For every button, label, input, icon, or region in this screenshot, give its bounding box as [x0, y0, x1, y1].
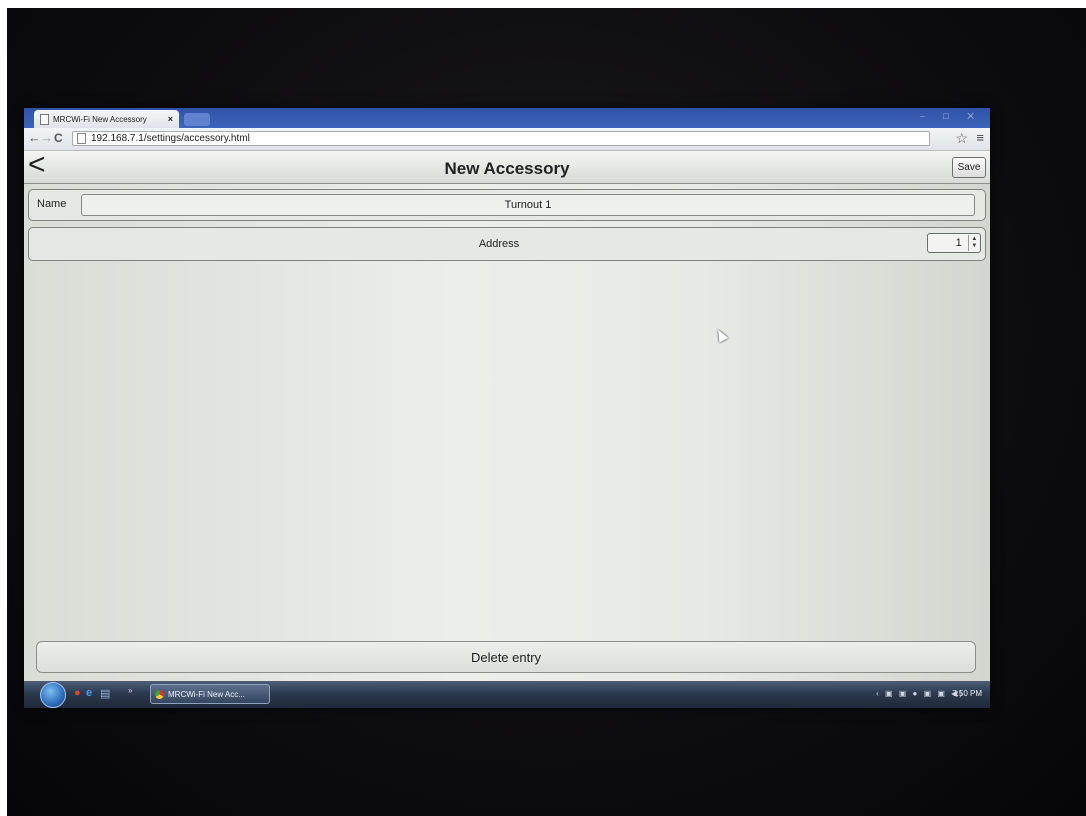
page-icon	[77, 133, 86, 144]
explorer-icon[interactable]: ▤	[100, 687, 110, 700]
tab-title: MRCWi-Fi New Accessory	[53, 114, 147, 124]
bookmark-star-icon[interactable]: ☆	[955, 130, 968, 147]
page-header: < New Accessory Save	[24, 149, 990, 184]
name-label: Name	[37, 198, 67, 210]
url-text: 192.168.7.1/settings/accessory.html	[91, 133, 250, 144]
forward-arrow-icon[interactable]: →	[40, 130, 53, 145]
taskbar: ● e ▤ » MRCWi-Fi New Acc... ‹ ▣ ▣ ● ▣ ▣ …	[24, 681, 990, 708]
stepper-arrows-icon[interactable]: ▲ ▼	[967, 235, 980, 251]
internet-explorer-icon[interactable]: e	[86, 687, 92, 699]
browser-toolbar: ← → C 192.168.7.1/settings/accessory.htm…	[24, 128, 990, 151]
address-bar[interactable]: 192.168.7.1/settings/accessory.html	[72, 131, 930, 146]
address-value: 1	[955, 237, 962, 249]
page-title: New Accessory	[444, 159, 570, 178]
save-button[interactable]: Save	[952, 157, 986, 178]
browser-tab[interactable]: MRCWi-Fi New Accessory ×	[34, 110, 179, 128]
task-label: MRCWi-Fi New Acc...	[168, 689, 245, 699]
system-tray-icons[interactable]: ‹ ▣ ▣ ● ▣ ▣ ◀)	[876, 689, 964, 698]
clock[interactable]: 7:50 PM	[952, 689, 982, 698]
screen: MRCWi-Fi New Accessory × ⎯ □ ✕ ← → C 192…	[24, 108, 990, 708]
tab-strip: MRCWi-Fi New Accessory × ⎯ □ ✕	[24, 108, 990, 128]
name-input[interactable]: Turnout 1	[81, 194, 975, 216]
quick-launch-chevron-icon[interactable]: »	[128, 686, 132, 695]
start-button[interactable]	[40, 682, 66, 708]
taskbar-chrome-window[interactable]: MRCWi-Fi New Acc...	[150, 684, 270, 704]
photo-border-top	[0, 0, 1086, 8]
reload-icon[interactable]: C	[54, 131, 63, 145]
tab-close-icon[interactable]: ×	[168, 114, 173, 124]
address-input[interactable]: 1 ▲ ▼	[927, 233, 981, 253]
photo-border-left	[0, 0, 7, 816]
menu-icon[interactable]: ≡	[976, 130, 984, 145]
address-row: Address 1 ▲ ▼	[28, 227, 986, 261]
web-page: < New Accessory Save Name Turnout 1 Addr…	[24, 149, 990, 681]
window-controls[interactable]: ⎯ □ ✕	[920, 111, 982, 122]
media-player-icon[interactable]: ●	[74, 687, 81, 699]
chrome-icon	[155, 689, 164, 699]
page-icon	[40, 113, 49, 125]
mouse-pointer-icon	[713, 327, 729, 343]
name-row: Name Turnout 1	[28, 189, 986, 221]
delete-entry-button[interactable]: Delete entry	[36, 641, 976, 673]
new-tab-button[interactable]	[184, 113, 210, 126]
address-label: Address	[478, 238, 520, 250]
